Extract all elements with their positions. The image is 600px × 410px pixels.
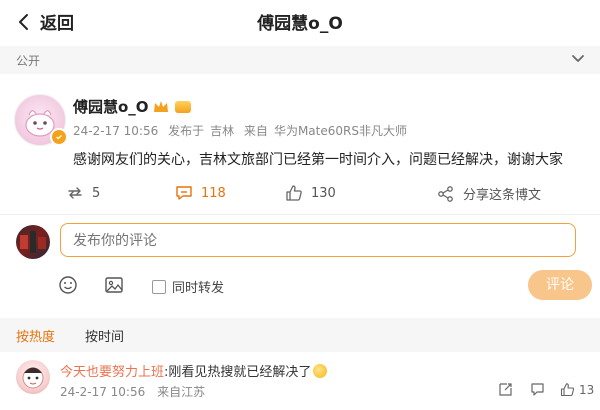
comment-username[interactable]: 今天也要努力上班 <box>60 365 164 380</box>
image-icon[interactable] <box>104 275 124 295</box>
like-icon <box>286 185 302 201</box>
comment-like-icon <box>560 383 575 397</box>
grin-emoji-icon <box>313 364 328 378</box>
share-button[interactable]: 分享这条博文 <box>437 184 541 203</box>
share-icon <box>438 185 453 202</box>
comment-repost-icon <box>499 383 512 396</box>
repost-button[interactable]: 5 <box>66 184 100 202</box>
my-avatar-image <box>20 231 46 253</box>
repost-count: 5 <box>92 185 101 201</box>
top-bar: 返回 傅园慧o_O <box>0 0 600 40</box>
comment-reply-icon <box>531 383 544 396</box>
tab-sort-time[interactable]: 按时间 <box>85 326 124 345</box>
comment-input[interactable] <box>60 223 576 257</box>
post-time: 24-2-17 10:56 <box>73 124 159 138</box>
post-actions: 5 118 130 分享这条博文 <box>0 180 600 210</box>
like-count: 130 <box>311 185 336 201</box>
source-prefix: 来自 <box>243 124 268 138</box>
divider <box>0 214 600 215</box>
checkbox-icon[interactable] <box>152 279 166 294</box>
visibility-row: 公开 <box>0 46 600 74</box>
share-label: 分享这条博文 <box>463 188 542 203</box>
post-device[interactable]: 华为Mate60RS非凡大师 <box>274 124 407 138</box>
comment-button[interactable]: 118 <box>175 184 226 202</box>
comment-actions: 13 <box>0 382 600 402</box>
comment-line: 今天也要努力上班:刚看见热搜就已经解决了 <box>60 361 328 380</box>
comment-repost-button[interactable] <box>498 382 513 397</box>
comment-sort-bar: 按热度 按时间 <box>0 318 600 352</box>
repost-checkbox-label: 同时转发 <box>172 281 225 296</box>
emoji-icon[interactable] <box>58 275 78 295</box>
publish-label: 发布于 <box>168 124 205 138</box>
comment-like-count: 13 <box>579 382 595 397</box>
comment-like-button[interactable]: 13 <box>560 382 594 397</box>
level-badge-icon <box>174 100 191 113</box>
post-location: 吉林 <box>210 124 235 138</box>
repost-checkbox[interactable]: 同时转发 <box>152 277 224 296</box>
comment-text: :刚看见热搜就已经解决了 <box>164 365 312 380</box>
author-name[interactable]: 傅园慧o_O <box>73 96 149 117</box>
repost-icon <box>68 187 82 199</box>
author-name-row: 傅园慧o_O <box>73 96 191 117</box>
crown-icon <box>153 100 168 112</box>
verified-badge-icon <box>50 128 68 146</box>
submit-comment-button[interactable]: 评论 <box>528 270 592 300</box>
composer-tools: 同时转发 <box>0 270 600 300</box>
like-button[interactable]: 130 <box>285 184 336 202</box>
post-meta: 24-2-17 10:56 发布于 吉林 来自 华为Mate60RS非凡大师 <box>73 122 413 139</box>
post-text: 感谢网友们的关心，吉林文旅部门已经第一时间介入，问题已经解决，谢谢大家 <box>73 152 563 168</box>
comment-count: 118 <box>201 185 226 201</box>
comment-icon <box>176 186 192 200</box>
page-title: 傅园慧o_O <box>257 14 343 34</box>
tab-sort-hot[interactable]: 按热度 <box>16 326 55 345</box>
comment-reply-button[interactable] <box>530 382 545 397</box>
visibility-label: 公开 <box>16 54 41 68</box>
more-icon[interactable] <box>568 48 588 68</box>
my-avatar[interactable] <box>16 225 50 259</box>
